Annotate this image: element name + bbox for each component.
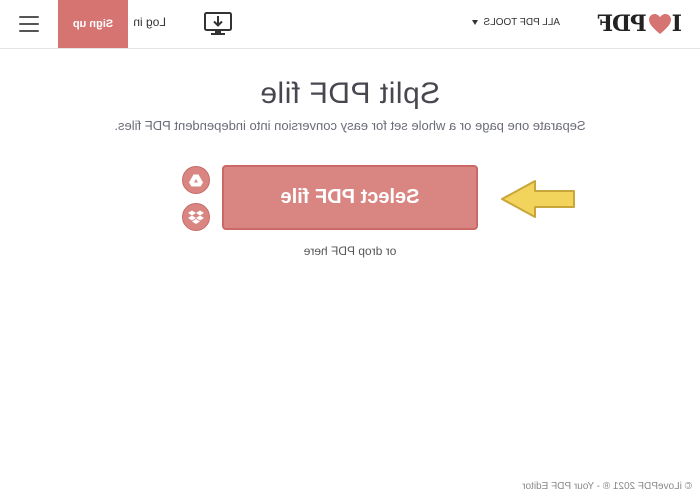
login-link[interactable]: Log in — [133, 15, 166, 29]
desktop-download-icon[interactable] — [203, 11, 233, 37]
page-root: I PDF ALL PDF TOOLS Log in Sign up Split… — [0, 0, 700, 502]
google-drive-button[interactable] — [182, 166, 210, 194]
hamburger-menu-icon[interactable] — [19, 16, 39, 32]
logo-text-pdf: PDF — [598, 11, 647, 37]
logo-text-i: I — [672, 11, 682, 37]
select-pdf-file-button[interactable]: Select PDF file — [222, 165, 478, 230]
signup-label: Sign up — [72, 18, 114, 30]
arrow-icon — [501, 180, 575, 218]
select-pdf-file-label: Select PDF file — [280, 186, 420, 208]
google-drive-icon — [189, 174, 203, 186]
page-title: Split PDF file — [259, 77, 441, 110]
ilovepdf-logo[interactable]: I PDF — [598, 11, 682, 37]
signup-button[interactable]: Sign up — [58, 0, 128, 48]
caret-down-icon — [472, 20, 479, 25]
all-pdf-tools-label: ALL PDF TOOLS — [483, 17, 560, 28]
heart-icon — [648, 14, 671, 34]
top-navbar: I PDF ALL PDF TOOLS Log in Sign up — [0, 0, 700, 49]
all-pdf-tools-dropdown[interactable]: ALL PDF TOOLS — [472, 17, 560, 28]
drop-hint: or drop PDF here — [303, 244, 397, 258]
footer-copyright: © iLovePDF 2021 ® - Your PDF Editor — [522, 481, 692, 492]
dropbox-button[interactable] — [182, 203, 210, 231]
page-subtitle: Separate one page or a whole set for eas… — [114, 118, 586, 133]
dropbox-icon — [188, 210, 204, 224]
